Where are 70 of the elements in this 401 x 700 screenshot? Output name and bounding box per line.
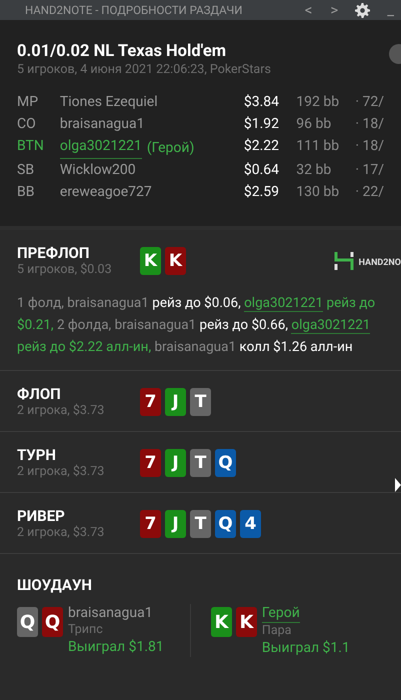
hand-combination: Трипс: [68, 622, 103, 638]
street-info: 2 игрока, $3.73: [17, 525, 106, 541]
street-info: 2 игрока, $3.73: [17, 403, 106, 419]
player-link[interactable]: olga3021221: [244, 295, 324, 312]
stack-amount: $2.59: [244, 183, 280, 202]
minimize-button[interactable]: _: [380, 1, 401, 19]
player-stats: · 17/: [355, 161, 384, 180]
playing-card: 7: [140, 449, 161, 477]
player-name: Tiones Ezequiel: [60, 93, 158, 112]
previous-button[interactable]: <: [298, 1, 320, 19]
player-name: Wicklow200: [60, 161, 136, 180]
hero-label: (Герой): [146, 139, 194, 158]
playing-card: 7: [140, 510, 161, 538]
playing-card: J: [165, 449, 186, 477]
stack-amount: $0.64: [244, 161, 280, 180]
logo-text: HAND2NO: [358, 258, 401, 268]
window-title: HAND2NOTE - ПОДРОБНОСТИ РАЗДАЧИ: [25, 3, 242, 17]
playing-card: T: [190, 388, 211, 416]
win-amount: Выиграл $1.81: [68, 638, 164, 656]
position-label: CO: [17, 115, 37, 134]
street-title: ТУРН: [17, 446, 58, 464]
playing-card: K: [236, 607, 257, 637]
player-stats: · 22/: [355, 183, 384, 202]
playing-card: 7: [140, 388, 161, 416]
street-title: РИВЕР: [17, 507, 66, 525]
big-blinds: 192 bb: [296, 93, 340, 112]
player-stats: · 18/: [355, 115, 384, 134]
playing-card: T: [190, 449, 211, 477]
playing-card: K: [140, 247, 161, 275]
player-stats: · 18/: [355, 137, 384, 156]
playing-card: 4: [240, 510, 261, 538]
position-label: BB: [17, 183, 36, 202]
playing-card: Q: [215, 510, 236, 538]
playing-card: J: [165, 510, 186, 538]
big-blinds: 111 bb: [296, 137, 340, 156]
big-blinds: 32 bb: [296, 161, 332, 180]
player-link[interactable]: olga3021221: [60, 137, 142, 159]
position-label: SB: [17, 161, 36, 180]
playing-card: J: [165, 388, 186, 416]
playing-card: Q: [215, 449, 236, 477]
playing-card: Q: [42, 607, 63, 637]
big-blinds: 96 bb: [296, 115, 332, 134]
position-label: MP: [17, 93, 40, 112]
stack-amount: $2.22: [244, 137, 280, 156]
street-info: 2 игрока, $3.73: [17, 464, 106, 480]
player-name: ereweagoe727: [60, 183, 152, 202]
hand-title: 0.01/0.02 NL Texas Hold'em: [17, 42, 228, 62]
playing-card: T: [190, 510, 211, 538]
playing-card: K: [165, 247, 186, 275]
player-name: braisanagua1: [60, 115, 144, 134]
street-title: ФЛОП: [17, 385, 62, 403]
position-label: BTN: [17, 137, 45, 156]
showdown-title: ШОУДАУН: [17, 576, 94, 594]
street-info: 5 игроков, $0.03: [17, 262, 113, 278]
hand-subtitle: 5 игроков, 4 июня 2021 22:06:23, PokerStars: [17, 62, 272, 78]
hand-combination: Пара: [262, 623, 292, 639]
playing-card: Q: [17, 607, 38, 637]
player-stats: · 72/: [355, 93, 384, 112]
win-amount: Выиграл $1.1: [262, 639, 350, 657]
player-link[interactable]: Герой: [262, 604, 300, 623]
big-blinds: 130 bb: [296, 183, 340, 202]
stack-amount: $3.84: [244, 93, 280, 112]
player-name: braisanagua1: [68, 604, 153, 622]
next-button[interactable]: >: [323, 1, 346, 19]
stack-amount: $1.92: [244, 115, 280, 134]
action-history: 1 фолд, braisanagua1 рейз до $0.06, olga3021221 рейз до $0.21, 2 фолда, braisanagua1 рейз до $0.66, olga3021221 рейз до $2.22 алл-ин, braisanagua1 колл $1.26 алл-ин: [17, 294, 376, 357]
cursor-icon: [395, 478, 401, 492]
playing-card: K: [210, 607, 232, 637]
street-title: ПРЕФЛОП: [17, 244, 90, 262]
player-link[interactable]: olga3021221: [291, 317, 370, 334]
